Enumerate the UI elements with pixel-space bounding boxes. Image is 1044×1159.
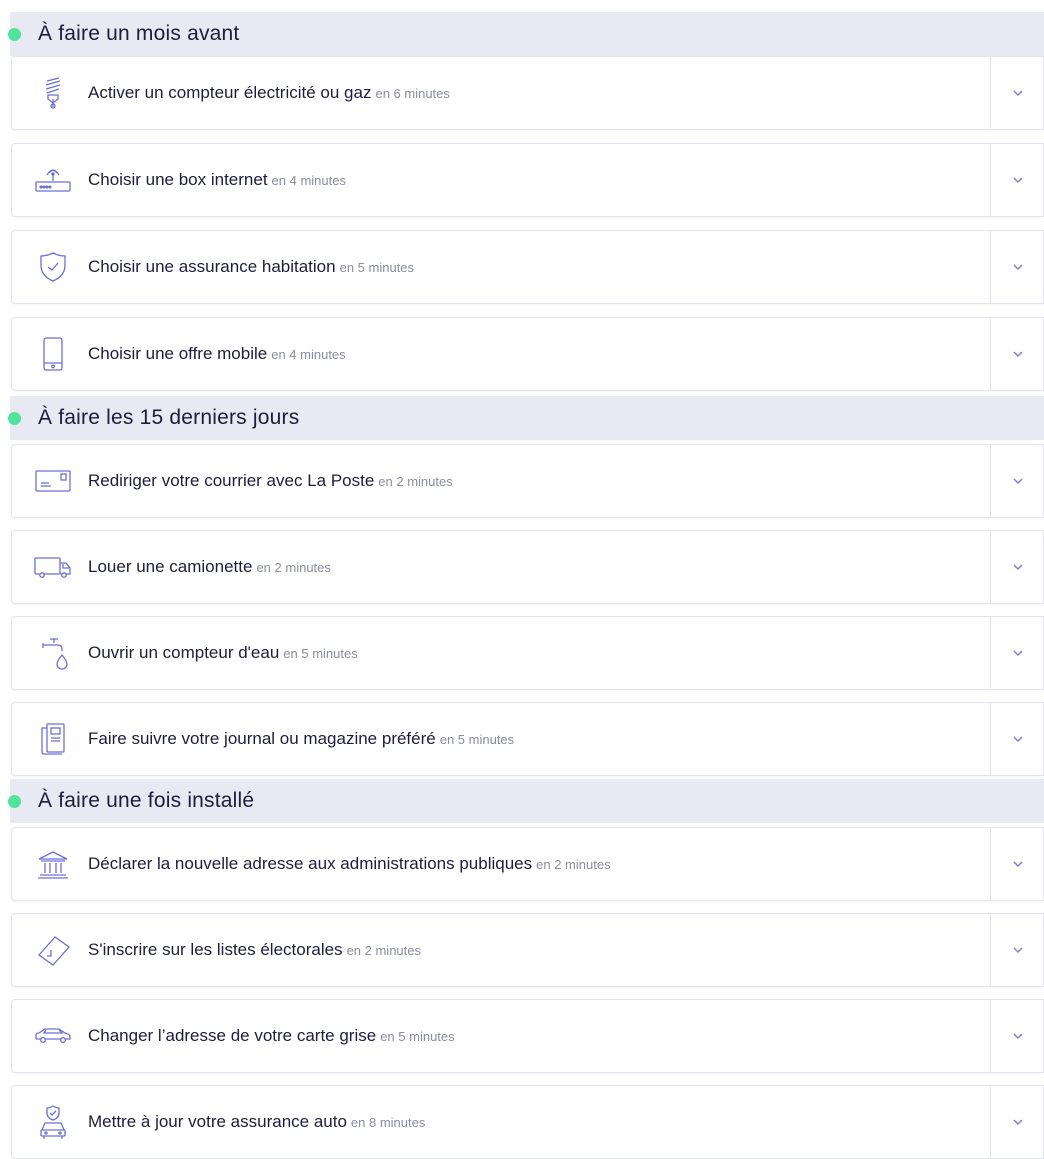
task-label: Choisir une box internet [88, 170, 268, 189]
section-title: À faire les 15 derniers jours [38, 406, 300, 429]
task-duration: en 6 minutes [375, 86, 450, 101]
task-duration: en 5 minutes [283, 646, 358, 661]
car-icon [32, 1015, 74, 1057]
divider [990, 57, 991, 129]
chevron-down-icon[interactable] [1011, 646, 1025, 660]
router-icon [32, 159, 74, 201]
task-row-registration-card[interactable]: Changer l’adresse de votre carte grise en… [11, 999, 1044, 1073]
task-row-water-meter[interactable]: Ouvrir un compteur d'eau en 5 minutes [11, 616, 1044, 690]
ballot-icon [32, 929, 74, 971]
task-duration: en 8 minutes [350, 1115, 426, 1130]
chevron-down-icon[interactable] [1011, 1115, 1025, 1129]
chevron-down-icon[interactable] [1011, 943, 1025, 957]
task-label: Mettre à jour votre assurance auto [88, 1112, 347, 1131]
task-duration: en 2 minutes [378, 474, 453, 489]
newspaper-icon [32, 718, 74, 760]
divider [990, 914, 991, 986]
task-row-mail-redirect[interactable]: Rediriger votre courrier avec La Poste en… [11, 444, 1044, 518]
chevron-down-icon[interactable] [1011, 474, 1025, 488]
status-dot-icon [8, 794, 21, 808]
task-row-rent-van[interactable]: Louer une camionette en 2 minutes [11, 530, 1044, 604]
chevron-down-icon[interactable] [1011, 260, 1025, 274]
task-duration: en 4 minutes [271, 173, 346, 188]
task-row-home-insurance[interactable]: Choisir une assurance habitation en 5 min… [11, 230, 1044, 304]
divider [990, 445, 991, 517]
divider [990, 1086, 991, 1158]
divider [990, 144, 991, 216]
task-label: Louer une camionette [88, 557, 253, 576]
task-duration: en 5 minutes [339, 260, 415, 275]
chevron-down-icon[interactable] [1011, 560, 1025, 574]
task-row-car-insurance[interactable]: Mettre à jour votre assurance auto en 8 m… [11, 1085, 1044, 1159]
task-label: Choisir une offre mobile [88, 344, 268, 363]
task-row-electricity-gas[interactable]: Activer un compteur électricité ou gaz en… [11, 56, 1044, 130]
task-duration: en 4 minutes [271, 347, 346, 362]
divider [990, 318, 991, 390]
shield-icon [32, 246, 74, 288]
government-building-icon [32, 843, 74, 885]
section-title: À faire un mois avant [38, 22, 240, 45]
chevron-down-icon[interactable] [1011, 1029, 1025, 1043]
task-row-internet-box[interactable]: Choisir une box internet en 4 minutes [11, 143, 1044, 217]
task-row-electoral-lists[interactable]: S'inscrire sur les listes électorales en … [11, 913, 1044, 987]
divider [990, 531, 991, 603]
task-duration: en 2 minutes [346, 943, 421, 958]
task-row-public-administrations[interactable]: Déclarer la nouvelle adresse aux adminis… [11, 827, 1044, 901]
task-label: Ouvrir un compteur d'eau [88, 643, 280, 662]
task-duration: en 2 minutes [256, 560, 331, 575]
status-dot-icon [8, 27, 21, 41]
task-label: Déclarer la nouvelle adresse aux adminis… [88, 854, 533, 873]
task-duration: en 5 minutes [439, 732, 515, 747]
section-header-last-15-days: À faire les 15 derniers jours [8, 396, 1044, 440]
divider [990, 828, 991, 900]
truck-icon [32, 546, 74, 588]
task-label: Rediriger votre courrier avec La Poste [88, 471, 375, 490]
chevron-down-icon[interactable] [1011, 347, 1025, 361]
task-label: S'inscrire sur les listes électorales [88, 940, 343, 959]
plug-bolt-icon [32, 72, 74, 114]
section-title: À faire une fois installé [38, 789, 255, 812]
chevron-down-icon[interactable] [1011, 173, 1025, 187]
task-label: Faire suivre votre journal ou magazine p… [88, 729, 436, 748]
envelope-icon [32, 460, 74, 502]
divider [990, 703, 991, 775]
car-insurance-icon [32, 1101, 74, 1143]
task-duration: en 5 minutes [380, 1029, 455, 1044]
section-header-month-before: À faire un mois avant [8, 12, 1044, 56]
chevron-down-icon[interactable] [1011, 857, 1025, 871]
divider [990, 231, 991, 303]
task-duration: en 2 minutes [536, 857, 611, 872]
task-row-newspaper[interactable]: Faire suivre votre journal ou magazine p… [11, 702, 1044, 776]
smartphone-icon [32, 333, 74, 375]
divider [990, 617, 991, 689]
chevron-down-icon[interactable] [1011, 732, 1025, 746]
task-label: Activer un compteur électricité ou gaz [88, 83, 372, 102]
task-label: Choisir une assurance habitation [88, 257, 336, 276]
section-header-once-installed: À faire une fois installé [8, 779, 1044, 823]
task-row-mobile-plan[interactable]: Choisir une offre mobile en 4 minutes [11, 317, 1044, 391]
status-dot-icon [8, 411, 21, 425]
faucet-icon [32, 632, 74, 674]
divider [990, 1000, 991, 1072]
task-label: Changer l’adresse de votre carte grise [88, 1026, 377, 1045]
chevron-down-icon[interactable] [1011, 86, 1025, 100]
